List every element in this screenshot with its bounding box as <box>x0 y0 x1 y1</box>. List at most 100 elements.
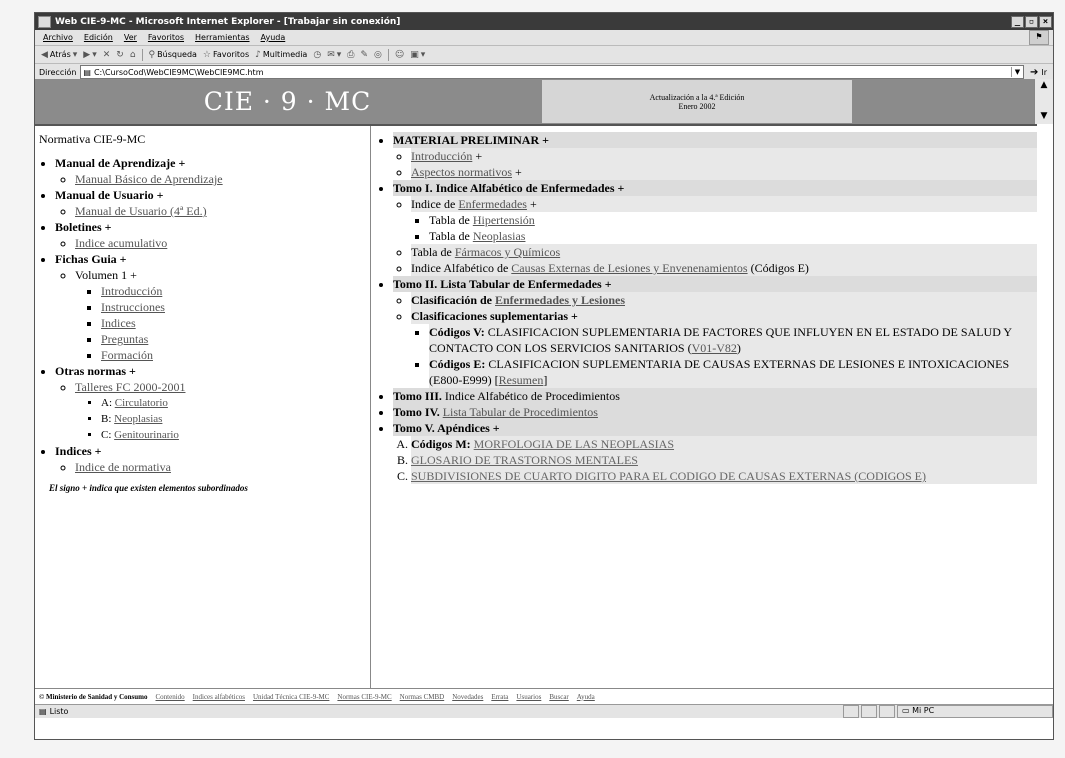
section-tomo4[interactable]: Tomo IV. Lista Tabular de Procedimientos <box>393 404 1037 420</box>
footer-link-indices[interactable]: Indices alfabéticos <box>193 693 245 701</box>
label-tomo3: Tomo III. <box>393 389 442 403</box>
menu-edicion[interactable]: Edición <box>84 33 113 42</box>
link-glosario[interactable]: GLOSARIO DE TRASTORNOS MENTALES <box>411 453 638 467</box>
home-button[interactable]: ⌂ <box>130 50 136 60</box>
footer-link-errata[interactable]: Errata <box>491 693 508 701</box>
mail-button[interactable]: ✉ ▾ <box>327 50 341 60</box>
link-morfologia[interactable]: MORFOLOGIA DE LAS NEOPLASIAS <box>474 437 674 451</box>
footer-link-buscar[interactable]: Buscar <box>549 693 568 701</box>
footer-link-ayuda[interactable]: Ayuda <box>577 693 595 701</box>
browser-window: Web CIE-9-MC - Microsoft Internet Explor… <box>34 12 1054 740</box>
link-vol-formacion[interactable]: Formación <box>101 348 153 362</box>
link-tomo4[interactable]: Lista Tabular de Procedimientos <box>443 405 598 419</box>
history-button[interactable]: ◷ <box>313 50 321 60</box>
window-button[interactable]: ▣ ▾ <box>410 50 425 60</box>
edit-button[interactable]: ✎ <box>360 50 368 60</box>
link-enf-lesiones[interactable]: Enfermedades y Lesiones <box>495 293 625 307</box>
media-icon: ♪ <box>255 49 261 60</box>
link-genitourinario[interactable]: Genitourinario <box>114 429 179 441</box>
label-cod-e: Códigos E: <box>429 357 486 371</box>
nav-otras-normas[interactable]: Otras normas + Talleres FC 2000-2001 A: … <box>55 363 370 443</box>
label-tabla-de: Tabla de <box>411 245 452 259</box>
search-button[interactable]: ⚲ Búsqueda <box>149 50 197 60</box>
menu-archivo[interactable]: Archivo <box>43 33 73 42</box>
section-material[interactable]: MATERIAL PRELIMINAR + <box>393 132 1037 148</box>
link-hipertension[interactable]: Hipertensión <box>473 213 535 227</box>
close-button[interactable]: × <box>1039 15 1052 28</box>
footer-link-contenido[interactable]: Contenido <box>156 693 185 701</box>
link-vol-indices[interactable]: Indices <box>101 316 136 330</box>
menu-herramientas[interactable]: Herramientas <box>195 33 250 42</box>
link-causas-externas[interactable]: Causas Externas de Lesiones y Envenenami… <box>511 261 747 275</box>
search-icon: ⚲ <box>148 49 156 60</box>
link-indice-normativa[interactable]: Indice de normativa <box>75 460 171 474</box>
favorites-label: Favoritos <box>213 50 250 59</box>
favorites-button[interactable]: ☆ Favoritos <box>203 50 249 60</box>
link-vol-introduccion[interactable]: Introducción <box>101 284 162 298</box>
nav-fichas[interactable]: Fichas Guia + Volumen 1 + Introducción I… <box>55 251 370 363</box>
back-button[interactable]: ◀ Atrás ▾ <box>41 50 77 60</box>
forward-button[interactable]: ▶ ▾ <box>83 50 96 60</box>
section-tomo3[interactable]: Tomo III. Indice Alfabético de Procedimi… <box>393 388 1037 404</box>
link-talleres[interactable]: Talleres FC 2000-2001 <box>75 380 185 394</box>
link-enfermedades[interactable]: Enfermedades <box>458 197 527 211</box>
messenger-icon: ☺ <box>394 49 405 60</box>
label-tabla-de: Tabla de <box>429 229 470 243</box>
address-dropdown-icon[interactable]: ▼ <box>1010 67 1023 77</box>
link-v01-v82[interactable]: V01-V82 <box>692 341 737 355</box>
link-resumen[interactable]: Resumen <box>499 373 544 387</box>
link-aspectos[interactable]: Aspectos normativos <box>411 165 512 179</box>
refresh-button[interactable]: ↻ <box>116 50 124 60</box>
go-label: Ir <box>1041 67 1047 77</box>
minimize-button[interactable]: _ <box>1011 15 1024 28</box>
media-button[interactable]: ♪ Multimedia <box>255 50 307 60</box>
footer-link-novedades[interactable]: Novedades <box>452 693 483 701</box>
link-vol-preguntas[interactable]: Preguntas <box>101 332 148 346</box>
footer-link-usuarios[interactable]: Usuarios <box>516 693 541 701</box>
link-subdivisiones[interactable]: SUBDIVISIONES DE CUARTO DIGITO PARA EL C… <box>411 469 926 483</box>
link-neoplasias[interactable]: Neoplasias <box>114 413 162 425</box>
nav-boletines[interactable]: Boletines + Indice acumulativo <box>55 219 370 251</box>
menu-ayuda[interactable]: Ayuda <box>261 33 286 42</box>
taller-b-prefix: B: <box>101 413 112 425</box>
link-vol-instrucciones[interactable]: Instrucciones <box>101 300 165 314</box>
print-button[interactable]: ⎙ <box>347 50 354 60</box>
zone-indicator: ▭ Mi PC <box>897 705 1053 718</box>
footer-link-normas[interactable]: Normas CIE-9-MC <box>337 693 391 701</box>
section-tomo1[interactable]: Tomo I. Indice Alfabético de Enfermedade… <box>393 180 1037 196</box>
menu-favoritos[interactable]: Favoritos <box>148 33 184 42</box>
maximize-button[interactable]: ▫ <box>1025 15 1038 28</box>
link-manual-usuario-ed[interactable]: Manual de Usuario (4ª Ed.) <box>75 204 207 218</box>
print-icon: ⎙ <box>347 49 355 60</box>
link-farmacos[interactable]: Fármacos y Químicos <box>455 245 560 259</box>
nav-indices[interactable]: Indices + Indice de normativa <box>55 443 370 475</box>
link-indice-acumulativo[interactable]: Indice acumulativo <box>75 236 167 250</box>
label-codigos-e: (Códigos E) <box>750 261 809 275</box>
messenger-button[interactable]: ☺ <box>395 50 404 60</box>
menu-ver[interactable]: Ver <box>124 33 137 42</box>
banner-scrollbar[interactable]: ▲ ▼ <box>1034 79 1053 124</box>
link-manual-basico[interactable]: Manual Básico de Aprendizaje <box>75 172 223 186</box>
nav-manual-usuario[interactable]: Manual de Usuario + Manual de Usuario (4… <box>55 187 370 219</box>
go-button[interactable]: ➔ Ir <box>1030 67 1047 78</box>
window-title: Web CIE-9-MC - Microsoft Internet Explor… <box>55 16 401 27</box>
footer-link-cmbd[interactable]: Normas CMBD <box>400 693 445 701</box>
scroll-up-icon[interactable]: ▲ <box>1035 79 1053 91</box>
plus-sign: + <box>529 197 537 211</box>
footer-link-unidad[interactable]: Unidad Técnica CIE-9-MC <box>253 693 329 701</box>
address-input[interactable]: ▤ C:\CursoCod\WebCIE9MC\WebCIE9MC.htm ▼ <box>80 65 1024 79</box>
label-clasif: Clasificación de <box>411 293 492 307</box>
link-circulatorio[interactable]: Circulatorio <box>115 397 168 409</box>
scroll-down-icon[interactable]: ▼ <box>1035 110 1053 122</box>
nav-manual-aprendizaje[interactable]: Manual de Aprendizaje + Manual Básico de… <box>55 155 370 187</box>
label-cod-m: Códigos M: <box>411 437 471 451</box>
discuss-button[interactable]: ◎ <box>374 50 382 60</box>
section-tomo5[interactable]: Tomo V. Apéndices + <box>393 420 1037 436</box>
plus-sign: + <box>475 149 483 163</box>
stop-button[interactable]: ✕ <box>103 50 111 60</box>
link-neoplasias-tabla[interactable]: Neoplasias <box>473 229 526 243</box>
nav-volumen[interactable]: Volumen 1 + <box>75 268 137 282</box>
section-tomo2[interactable]: Tomo II. Lista Tabular de Enfermedades + <box>393 276 1037 292</box>
link-introduccion[interactable]: Introducción <box>411 149 472 163</box>
toolbar-separator <box>387 48 389 61</box>
